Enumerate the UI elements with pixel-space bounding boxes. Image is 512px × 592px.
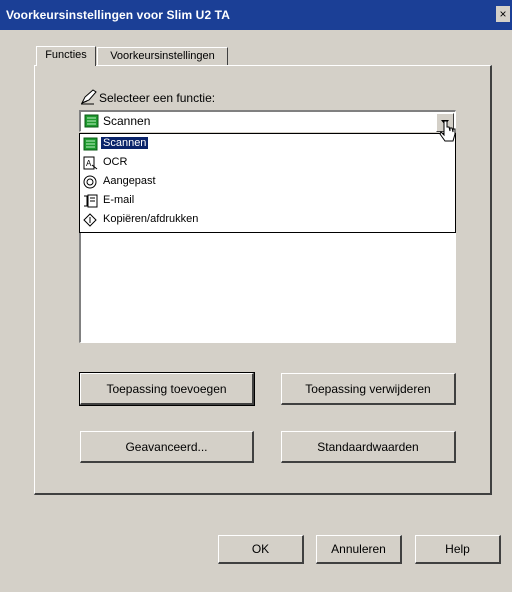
remove-application-button[interactable]: Toepassing verwijderen (281, 373, 456, 405)
option-scannen[interactable]: Scannen (81, 135, 454, 154)
custom-icon (83, 175, 98, 192)
option-label: E-mail (103, 194, 135, 206)
copy-print-icon (83, 213, 98, 230)
tab-voorkeursinstellingen[interactable]: Voorkeursinstellingen (97, 47, 228, 66)
title-bar: Voorkeursinstellingen voor Slim U2 TA × (0, 0, 512, 30)
defaults-button[interactable]: Standaardwaarden (281, 431, 456, 463)
close-button[interactable]: × (496, 6, 510, 22)
email-icon (83, 194, 98, 211)
tab-voorkeursinstellingen-label: Voorkeursinstellingen (110, 50, 215, 62)
scan-icon (83, 137, 98, 154)
add-application-button[interactable]: Toepassing toevoegen (79, 372, 255, 406)
cancel-button[interactable]: Annuleren (316, 535, 402, 564)
option-label: Kopiëren/afdrukken (103, 213, 199, 225)
help-button[interactable]: Help (415, 535, 501, 564)
ok-button[interactable]: OK (218, 535, 304, 564)
function-dropdown-list: Scannen A OCR Aangepast E-mail Kopiëren/… (79, 133, 456, 233)
tab-functies-label: Functies (45, 49, 87, 61)
option-label: Scannen (101, 137, 149, 149)
option-aangepast[interactable]: Aangepast (81, 173, 454, 192)
function-select-value: Scannen (103, 114, 151, 128)
mouse-cursor-icon (439, 119, 459, 150)
select-function-label: Selecteer een functie: (99, 91, 216, 105)
tab-functies[interactable]: Functies (36, 46, 96, 66)
option-kopieren-afdrukken[interactable]: Kopiëren/afdrukken (81, 211, 454, 230)
function-select[interactable]: Scannen (79, 110, 456, 132)
advanced-button[interactable]: Geavanceerd... (80, 431, 254, 463)
option-label: OCR (103, 156, 128, 168)
ocr-icon: A (83, 156, 98, 173)
option-label: Aangepast (103, 175, 156, 187)
pen-icon (80, 89, 98, 108)
svg-text:A: A (86, 159, 92, 168)
window-title: Voorkeursinstellingen voor Slim U2 TA (6, 8, 230, 22)
scan-icon (84, 114, 99, 131)
option-email[interactable]: E-mail (81, 192, 454, 211)
option-ocr[interactable]: A OCR (81, 154, 454, 173)
